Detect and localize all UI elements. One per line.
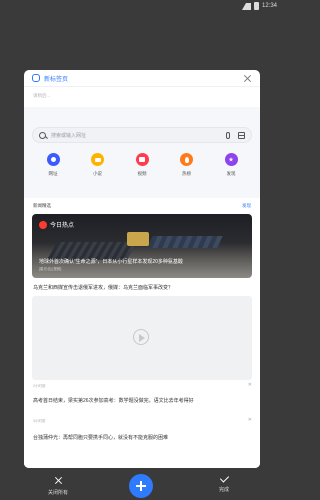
news-item[interactable]: 台独蒲仲光：再帮同胞只要携手同心，就没有不能克服的困难 [33, 434, 251, 442]
hot-badge-label: 今日热点 [50, 223, 75, 229]
loading-text: 请稍后... [33, 93, 51, 98]
hot-news-banner[interactable]: 今日热点 地球外首次确认“生命之源”，日本从小行星样本发现20多种氨基酸 [星光… [32, 214, 252, 278]
news-meta: 3小时前 [33, 419, 46, 423]
done-label: 完成 [219, 487, 230, 493]
news-item[interactable]: 高考首日结束，梁实第26次参加高考：数学题没做完，语文比去年考得好 [33, 397, 251, 405]
quick-links: 网址 小说 视频 热榜 发现 [32, 153, 252, 177]
status-time: 12:34 [261, 3, 277, 9]
tab-icon [32, 74, 40, 82]
banner-image-panel [147, 236, 223, 248]
hot-flame-icon [39, 220, 47, 229]
search-icon [39, 131, 46, 139]
quick-link-video[interactable]: 视频 [127, 153, 157, 177]
quick-link-hot[interactable]: 热榜 [172, 153, 202, 177]
quick-link-discover[interactable]: 发现 [216, 153, 246, 177]
microphone-icon[interactable] [226, 131, 230, 139]
battery-icon [253, 2, 259, 10]
news-item[interactable]: 乌克兰和西媒宣传击退俄军进攻，俄媒：乌克兰面临军事改变？ [33, 284, 251, 292]
done-button[interactable]: 完成 [219, 473, 230, 493]
hot-headline: 地球外首次确认“生命之源”，日本从小行星样本发现20多种氨基酸 [39, 259, 183, 265]
close-all-label: 关闭所有 [48, 490, 69, 496]
quick-link-label: 网址 [48, 171, 58, 176]
quick-link-label: 发现 [226, 171, 236, 176]
hot-source: [星光北] [视频] [39, 267, 62, 271]
add-tab-button[interactable] [129, 474, 153, 498]
search-bar[interactable]: 搜索或输入网址 [32, 127, 252, 143]
quick-link-label: 小说 [93, 171, 102, 176]
star-icon [224, 153, 238, 166]
hot-badge: 今日热点 [39, 220, 74, 229]
tab-card[interactable]: 新标签页 请稍后... 搜索或输入网址 网址 小说 视频 热榜 发现 新闻精选 … [24, 70, 260, 468]
quick-link-label: 视频 [137, 171, 147, 176]
book-icon [91, 153, 104, 166]
tab-card-header: 新标签页 [24, 70, 260, 87]
quick-link-label: 热榜 [182, 171, 191, 176]
check-icon [219, 473, 229, 483]
signal-icon [241, 2, 251, 10]
more-options-icon[interactable]: ✕ [248, 382, 252, 388]
compass-icon [46, 153, 60, 166]
quick-link-url[interactable]: 网址 [38, 153, 68, 177]
flame-icon [180, 153, 193, 166]
news-meta: 2小时前 [33, 384, 46, 388]
tab-title: 新标签页 [44, 76, 69, 83]
status-bar: 12:34 [0, 0, 281, 14]
play-icon[interactable] [133, 329, 149, 345]
banner-image-probe [127, 232, 149, 246]
tab-preview: 搜索或输入网址 网址 小说 视频 热榜 发现 新闻精选 发现 今日热点 地球外首… [24, 107, 260, 468]
close-all-button[interactable]: 关闭所有 [48, 476, 68, 496]
video-icon [135, 153, 149, 166]
news-feed: 新闻精选 发现 今日热点 地球外首次确认“生命之源”，日本从小行星样本发现20多… [24, 198, 260, 468]
close-icon [54, 476, 63, 485]
news-section-title: 新闻精选 [33, 203, 51, 208]
close-tab-icon[interactable] [243, 74, 252, 83]
scan-icon[interactable] [238, 131, 245, 139]
search-placeholder: 搜索或输入网址 [51, 132, 87, 139]
more-options-icon[interactable]: ✕ [248, 417, 252, 423]
quick-link-novel[interactable]: 小说 [83, 153, 113, 177]
video-thumbnail[interactable] [32, 296, 252, 380]
news-more-link[interactable]: 发现 [242, 203, 251, 209]
